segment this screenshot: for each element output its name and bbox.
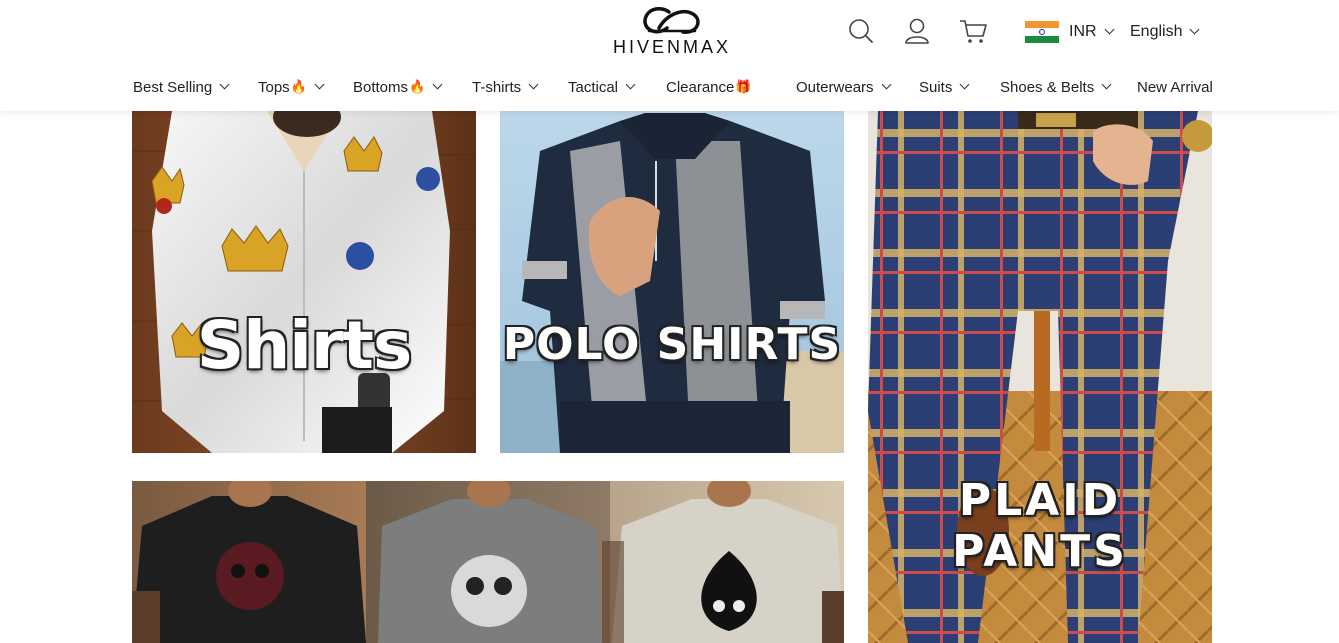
gift-icon: 🎁 <box>735 79 752 94</box>
currency-selector[interactable]: INR <box>1025 20 1115 44</box>
chevron-down-icon <box>1101 79 1112 90</box>
site-header: HIVENMAX INR English Best Selling Tops 🔥 … <box>0 0 1339 111</box>
nav-item-label: Tactical <box>568 78 619 96</box>
nav-item-tactical[interactable]: Tactical <box>568 74 636 100</box>
india-flag-icon <box>1025 21 1059 43</box>
chevron-down-icon <box>314 79 325 90</box>
currency-label: INR <box>1069 23 1097 40</box>
nav-item-label: Shoes & Belts <box>1000 78 1095 96</box>
nav-item-label: Outerwears <box>796 78 874 96</box>
banner-shirts[interactable]: Shirts <box>132 111 476 453</box>
logo-text: HIVENMAX <box>612 37 732 57</box>
nav-item-label: T-shirts <box>472 78 522 96</box>
search-icon[interactable] <box>846 16 876 46</box>
nav-item-new-arrival[interactable]: New Arrival <box>1137 74 1213 100</box>
t-shirts-banner-image <box>132 481 844 643</box>
banner-title: PLAID PANTS <box>952 475 1128 577</box>
cart-icon[interactable] <box>958 16 988 46</box>
site-logo[interactable]: HIVENMAX <box>601 6 743 58</box>
chevron-down-icon <box>959 79 970 90</box>
chevron-down-icon <box>625 79 636 90</box>
banner-t-shirts[interactable] <box>132 481 844 643</box>
nav-item-clearance[interactable]: Clearance 🎁 <box>666 74 752 100</box>
logo-mark-icon <box>643 6 700 34</box>
nav-item-label: Best Selling <box>133 78 213 96</box>
nav-item-label: New Arrival <box>1137 78 1213 96</box>
banner-title: Shirts <box>196 307 413 384</box>
language-label: English <box>1130 23 1183 40</box>
nav-item-t-shirts[interactable]: T-shirts <box>472 74 539 100</box>
chevron-down-icon <box>528 79 539 90</box>
nav-item-shoes-belts[interactable]: Shoes & Belts <box>1000 74 1112 100</box>
chevron-down-icon <box>1190 24 1200 35</box>
chevron-down-icon <box>1104 24 1115 35</box>
nav-item-tops[interactable]: Tops 🔥 <box>258 74 325 100</box>
fire-icon: 🔥 <box>409 79 426 94</box>
banner-plaid-pants[interactable]: PLAID PANTS <box>868 111 1212 643</box>
nav-item-best-selling[interactable]: Best Selling <box>133 74 230 100</box>
nav-item-bottoms[interactable]: Bottoms 🔥 <box>353 74 443 100</box>
shirts-banner-image <box>132 111 476 453</box>
nav-item-label: Clearance <box>666 78 735 96</box>
nav-item-suits[interactable]: Suits <box>919 74 970 100</box>
chevron-down-icon <box>219 79 230 90</box>
nav-item-label: Bottoms <box>353 78 409 96</box>
nav-item-label: Tops <box>258 78 290 96</box>
chevron-down-icon <box>432 79 443 90</box>
polo-banner-image <box>500 111 844 453</box>
fire-icon: 🔥 <box>290 79 307 94</box>
nav-item-label: Suits <box>919 78 953 96</box>
banner-title: POLO SHIRTS <box>502 319 842 370</box>
language-selector[interactable]: English <box>1130 20 1200 44</box>
chevron-down-icon <box>881 79 891 90</box>
user-icon[interactable] <box>902 16 932 46</box>
main-nav: Best Selling Tops 🔥 Bottoms 🔥 T-shirts Tac… <box>0 74 1339 100</box>
nav-item-outerwears[interactable]: Outerwears <box>796 74 891 100</box>
banner-polo-shirts[interactable]: POLO SHIRTS <box>500 111 844 453</box>
